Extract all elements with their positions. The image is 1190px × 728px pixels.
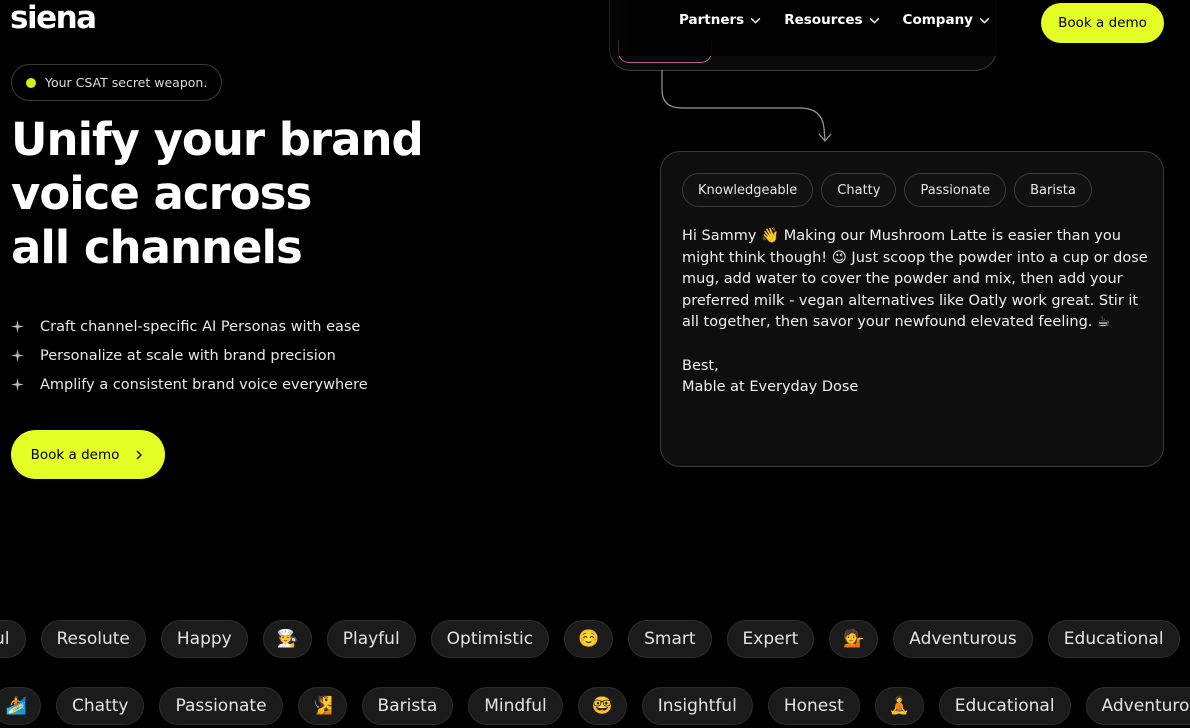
marquee-strip: 🏄 Chatty Passionate 🧏 Barista Mindful 🤓 Insight… bbox=[0, 687, 1190, 725]
persona-tag-list: Knowledgeable Chatty Passionate Barista bbox=[682, 173, 1100, 207]
persona-emoji-pill: 🧏 bbox=[297, 687, 347, 725]
persona-emoji-pill: 🧑‍🍳 bbox=[262, 620, 312, 658]
feature-item-label: Personalize at scale with brand precisio… bbox=[40, 347, 336, 364]
persona-marquee-row-1: ul Resolute Happy 🧑‍🍳 Playful Optimistic ☺️ Sma… bbox=[0, 620, 1190, 658]
response-message: Hi Sammy 👋 Making our Mushroom Latte is … bbox=[682, 226, 1152, 399]
headline-line-3: all channels bbox=[11, 221, 303, 274]
sparkle-icon bbox=[11, 320, 24, 333]
persona-pill: Chatty bbox=[56, 687, 145, 725]
persona-pill: Smart bbox=[628, 620, 712, 658]
persona-tag[interactable]: Knowledgeable bbox=[682, 173, 814, 207]
message-signature: Mable at Everyday Dose bbox=[682, 379, 859, 396]
persona-pill: Playful bbox=[326, 620, 416, 658]
hero-book-demo-button[interactable]: Book a demo bbox=[11, 430, 165, 479]
persona-pill: Insightful bbox=[641, 687, 753, 725]
persona-pill: Optimistic bbox=[430, 620, 550, 658]
nav-book-demo-button[interactable]: Book a demo bbox=[1041, 3, 1164, 43]
feature-list: Craft channel-specific AI Personas with … bbox=[11, 312, 368, 399]
persona-tag[interactable]: Passionate bbox=[904, 173, 1007, 207]
persona-pill: Adventurous bbox=[893, 620, 1033, 658]
persona-pill: Adventurous bbox=[1085, 687, 1190, 725]
persona-emoji-pill: 🤓 bbox=[577, 687, 627, 725]
marquee-strip: ul Resolute Happy 🧑‍🍳 Playful Optimistic ☺️ Sma… bbox=[0, 620, 1190, 658]
persona-tag[interactable]: Chatty bbox=[821, 173, 897, 207]
feature-item-label: Amplify a consistent brand voice everywh… bbox=[40, 376, 368, 393]
persona-tag[interactable]: Barista bbox=[1014, 173, 1092, 207]
siena-logo[interactable]: siena bbox=[10, 0, 97, 36]
feature-item-label: Craft channel-specific AI Personas with … bbox=[40, 318, 361, 335]
flow-connector-line bbox=[661, 70, 832, 142]
sparkle-icon bbox=[11, 378, 24, 391]
sparkle-icon bbox=[11, 349, 24, 362]
status-dot-icon bbox=[26, 77, 36, 88]
message-signoff: Best, bbox=[682, 357, 719, 374]
persona-marquee-row-2: 🏄 Chatty Passionate 🧏 Barista Mindful 🤓 Insight… bbox=[0, 687, 1190, 725]
hero-headline: Unify your brand voice across all channe… bbox=[11, 113, 424, 275]
hero-book-demo-label: Book a demo bbox=[30, 446, 120, 463]
chevron-right-icon bbox=[136, 450, 143, 459]
persona-emoji-pill: ☺️ bbox=[564, 620, 614, 658]
hero-badge-label: Your CSAT secret weapon. bbox=[45, 75, 208, 90]
hero-badge: Your CSAT secret weapon. bbox=[11, 64, 223, 101]
message-body: Hi Sammy 👋 Making our Mushroom Latte is … bbox=[682, 228, 1148, 331]
persona-pill: Honest bbox=[767, 687, 860, 725]
persona-pill: Barista bbox=[361, 687, 454, 725]
persona-pill: Happy bbox=[160, 620, 248, 658]
headline-line-1: Unify your brand bbox=[11, 113, 424, 166]
persona-response-card: Knowledgeable Chatty Passionate Barista … bbox=[660, 151, 1164, 467]
feature-item: Amplify a consistent brand voice everywh… bbox=[11, 370, 368, 399]
persona-emoji-pill: 🏄 bbox=[0, 687, 41, 725]
persona-pill: ul bbox=[0, 620, 26, 658]
persona-emoji-pill: 💁 bbox=[829, 620, 879, 658]
persona-pill: Mindful bbox=[468, 687, 563, 725]
persona-pill: Passionate bbox=[159, 687, 283, 725]
feature-item: Craft channel-specific AI Personas with … bbox=[11, 312, 368, 341]
persona-pill: Educational bbox=[938, 687, 1071, 725]
headline-line-2: voice across bbox=[11, 167, 312, 220]
feature-item: Personalize at scale with brand precisio… bbox=[11, 341, 368, 370]
persona-pill: Resolute bbox=[40, 620, 146, 658]
persona-pill: Expert bbox=[726, 620, 815, 658]
persona-pill: Educational bbox=[1047, 620, 1180, 658]
persona-emoji-pill: 🧘 bbox=[874, 687, 924, 725]
